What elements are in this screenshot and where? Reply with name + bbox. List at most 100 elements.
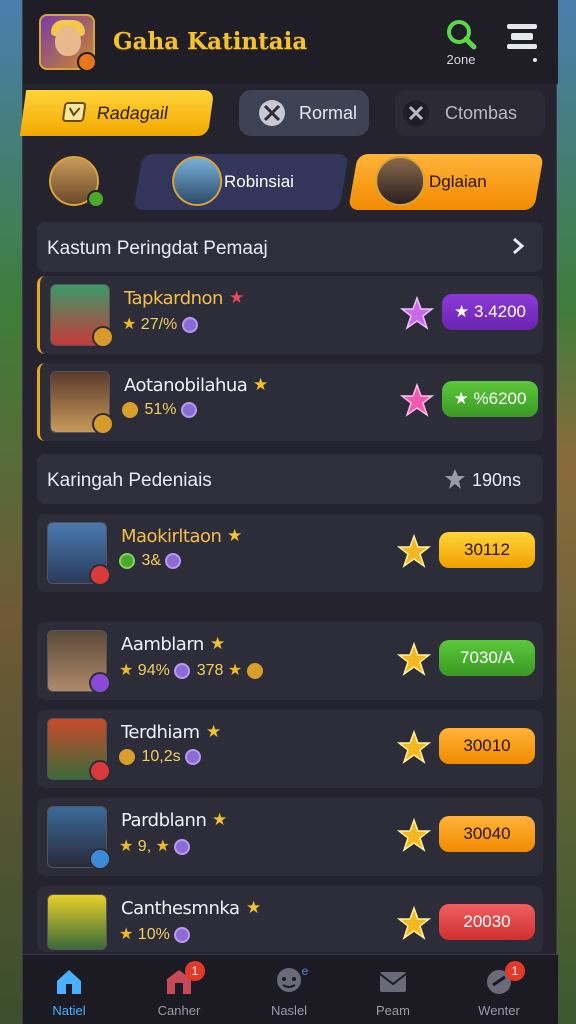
nav-store[interactable]: 1 Canher [139, 961, 219, 1021]
purple-star-icon [400, 296, 434, 330]
tab-radagail[interactable]: Radagail [19, 90, 215, 136]
nav-label: Natiel [52, 1003, 86, 1018]
character-slot-3[interactable]: Dglaian [348, 154, 544, 210]
hero-stats: 10,2s [119, 748, 203, 766]
hero-name: Pardblann [121, 810, 207, 831]
gold-star-icon [397, 534, 431, 568]
coin-icon [122, 401, 138, 418]
gem-icon [165, 552, 182, 569]
star-icon: ★ [155, 838, 170, 855]
price-button[interactable]: 30040 [439, 816, 535, 852]
star-icon: ★ [246, 898, 262, 917]
mail-icon [379, 972, 407, 992]
list-item[interactable]: Aotanobilahua ★ 51% ★ %6200 [37, 363, 543, 441]
character-portrait [172, 156, 223, 206]
zone-label: 2one [446, 52, 476, 67]
nav-label: Naslel [270, 1003, 308, 1018]
star-icon: ★ [206, 722, 222, 741]
player-avatar[interactable] [39, 14, 97, 72]
menu-icon [507, 24, 537, 62]
price-button[interactable]: ★ %6200 [442, 381, 538, 417]
star-icon: ★ [253, 375, 269, 394]
gem-icon [185, 748, 202, 765]
rank-badge-icon [89, 672, 111, 694]
nav-home[interactable]: Natiel [29, 961, 109, 1021]
tab-ctombas[interactable]: Ctombas [395, 90, 545, 136]
price-button[interactable]: ★ 3.4200 [442, 294, 538, 330]
nav-events[interactable]: 1 Wenter [459, 961, 539, 1021]
hero-name: Tapkardnon [124, 288, 223, 309]
tab-rormal[interactable]: Rormal [239, 90, 369, 136]
rank-badge-icon [92, 413, 114, 435]
section-title: Kastum Peringdat Pemaaj [47, 238, 268, 259]
nav-social[interactable]: e Naslel [249, 961, 329, 1021]
avatar-level-badge [77, 52, 97, 72]
coin-icon [246, 662, 263, 679]
list-item[interactable]: Canthesmnka ★ ★ 10% 20030 [37, 886, 543, 952]
hero-name: Terdhiam [121, 722, 200, 743]
price-button[interactable]: 30010 [439, 728, 535, 764]
home-icon [57, 970, 81, 994]
notification-badge: 1 [505, 961, 525, 981]
notification-badge: e [301, 964, 309, 978]
gem-icon [181, 316, 198, 333]
star-icon: ★ [119, 926, 134, 943]
character-name: Robinsiai [224, 172, 294, 191]
list-item[interactable]: Terdhiam ★ 10,2s 30010 [37, 710, 543, 788]
background-scenery-right [554, 0, 576, 1024]
nav-label: Wenter [478, 1003, 520, 1018]
gold-star-icon [397, 730, 431, 764]
bottom-nav: Natiel 1 Canher e Naslel Peam 1 Wenter [23, 954, 558, 1024]
main-panel: Gaha Katintaia 2one Radagail Rormal Ctom… [19, 0, 558, 1024]
hero-stats: ★ 94% 378 ★ [119, 660, 265, 680]
rank-badge-icon [89, 848, 111, 870]
star-icon: ★ [210, 634, 226, 653]
section-count: 190ns [471, 470, 521, 490]
coin-icon [119, 748, 135, 765]
section-header-2[interactable]: Karingah Pedeniais 190ns [37, 454, 543, 504]
nav-mail[interactable]: Peam [353, 961, 433, 1021]
header: Gaha Katintaia 2one [23, 0, 558, 84]
character-portrait [375, 156, 426, 206]
notification-badge: 1 [185, 961, 205, 981]
star-icon: ★ [119, 838, 134, 855]
rank-badge-icon [89, 564, 111, 586]
gem-icon [174, 926, 191, 943]
menu-button[interactable] [501, 18, 545, 66]
price-button[interactable]: 20030 [439, 904, 535, 940]
trophy-icon [62, 102, 87, 122]
tab-label: Ctombas [445, 103, 518, 123]
swords-icon [403, 100, 429, 126]
gem-icon [119, 552, 135, 569]
section-title: Karingah Pedeniais [47, 470, 212, 491]
character-slot-2[interactable]: Robinsiai [133, 154, 349, 210]
star-icon: ★ [229, 288, 245, 307]
search-zone-button[interactable]: 2one [439, 18, 483, 67]
hero-name: Aamblarn [121, 634, 204, 655]
list-item[interactable]: Aamblarn ★ ★ 94% 378 ★ 7030/A [37, 622, 543, 700]
star-icon: ★ [212, 810, 228, 829]
hero-stats: 51% [122, 401, 199, 419]
star-icon: ★ [122, 316, 137, 333]
hero-name: Aotanobilahua [124, 375, 248, 396]
list-item[interactable]: Tapkardnon ★ ★ 27/% ★ 3.4200 [37, 276, 543, 354]
tab-label: Rormal [299, 103, 358, 123]
hero-name: Canthesmnka [121, 898, 240, 919]
price-button[interactable]: 30112 [439, 532, 535, 568]
crossed-swords-icon [259, 100, 285, 126]
rank-badge-icon [92, 326, 114, 348]
gold-star-icon [397, 642, 431, 676]
background-scenery-left [0, 0, 24, 1024]
list-item[interactable]: Pardblann ★ ★ 9, ★ 30040 [37, 798, 543, 876]
price-button[interactable]: 7030/A [439, 640, 535, 676]
tab-label: Radagail [95, 103, 170, 123]
section-header-1[interactable]: Kastum Peringdat Pemaaj [37, 222, 543, 272]
hero-stats: 3& [119, 552, 183, 570]
gem-icon [180, 401, 197, 418]
hero-stats: ★ 27/% [122, 314, 200, 334]
star-icon: ★ [119, 662, 134, 679]
character-slot-1[interactable] [45, 154, 111, 210]
hero-stats: ★ 10% [119, 924, 192, 944]
gem-icon [174, 662, 191, 679]
list-item[interactable]: Maokirltaon ★ 3& 30112 [37, 514, 543, 592]
